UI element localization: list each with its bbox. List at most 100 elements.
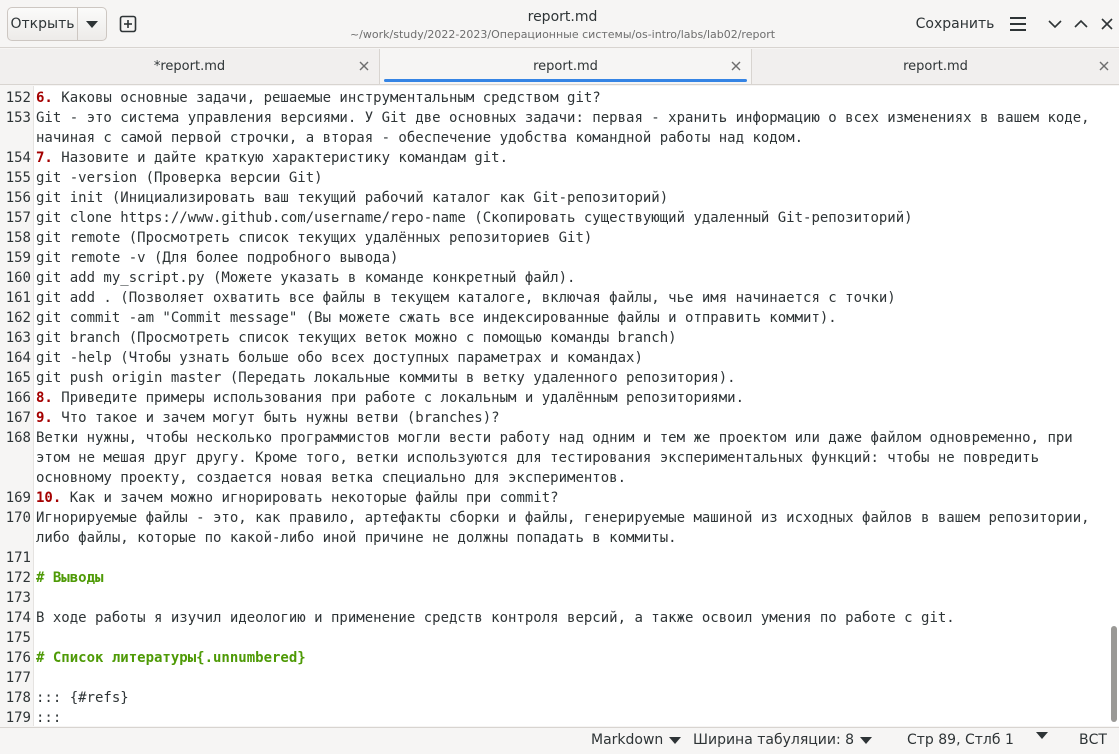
line-number: 162: [5, 310, 31, 326]
editor-line: 161 git add . (Позволяет охватить все фай…: [0, 288, 1110, 308]
editor-line: 175: [0, 628, 1110, 648]
line-text: git push origin master (Передать локальн…: [34, 368, 1110, 388]
line-number: 160: [5, 270, 31, 286]
cursor-position-selector[interactable]: Стр 89, Стлб 1: [907, 732, 1014, 748]
line-content: git add . (Позволяет охватить все файлы …: [36, 290, 896, 306]
tab-close-button[interactable]: [1097, 59, 1111, 73]
open-recent-dropdown[interactable]: [78, 8, 106, 40]
line-text: # Список литературы{.unnumbered}: [34, 648, 1110, 668]
line-text: 9. Что такое и зачем могут быть нужны ве…: [34, 408, 1110, 428]
line-number: 168: [5, 430, 31, 446]
line-content: git clone https://www.github.com/usernam…: [36, 210, 913, 226]
chevron-down-icon: [1036, 732, 1048, 739]
editor-line: 155 git -version (Проверка версии Git): [0, 168, 1110, 188]
line-text: Ветки нужны, чтобы несколько программист…: [34, 428, 1110, 488]
editor-line: 165 git push origin master (Передать лока…: [0, 368, 1110, 388]
line-content: ::: {#refs}: [36, 690, 129, 706]
line-text: git commit -am "Commit message" (Вы може…: [34, 308, 1110, 328]
insert-mode-indicator[interactable]: ВСТ: [1079, 732, 1107, 748]
line-content: :::: [36, 710, 62, 726]
line-text: 6. Каковы основные задачи, решаемые инст…: [34, 88, 1110, 108]
line-number: 159: [5, 250, 31, 266]
line-content: В ходе работы я изучил идеологию и приме…: [36, 610, 955, 626]
vertical-scrollbar[interactable]: [1111, 626, 1117, 722]
line-number: 157: [5, 210, 31, 226]
line-content: git add my_script.py (Можете указать в к…: [36, 270, 576, 286]
line-number: 170: [5, 510, 31, 526]
close-window-button[interactable]: [1094, 10, 1119, 38]
tab-report-active[interactable]: report.md: [380, 49, 752, 84]
line-content: Ветки нужны, чтобы несколько программист…: [36, 430, 1082, 486]
editor-line: 176 # Список литературы{.unnumbered}: [0, 648, 1110, 668]
line-text: [34, 588, 1110, 608]
editor-line: 158 git remote (Просмотреть список текущи…: [0, 228, 1110, 248]
line-text: git add . (Позволяет охватить все файлы …: [34, 288, 1110, 308]
editor-line: 156 git init (Инициализировать ваш текущи…: [0, 188, 1110, 208]
close-icon: [731, 61, 741, 71]
line-content: Игнорируемые файлы - это, как правило, а…: [36, 510, 1099, 546]
editor-line: 168 Ветки нужны, чтобы несколько программ…: [0, 428, 1110, 488]
line-number: 171: [5, 550, 31, 566]
line-text: Игнорируемые файлы - это, как правило, а…: [34, 508, 1110, 548]
tab-report-third[interactable]: report.md: [752, 49, 1119, 84]
list-number: 8.: [36, 390, 53, 406]
line-text: git -version (Проверка версии Git): [34, 168, 1110, 188]
list-number: 10.: [36, 490, 62, 506]
editor-line: 178::: {#refs}: [0, 688, 1110, 708]
list-number: 7.: [36, 150, 53, 166]
cursor-position-label: Стр 89, Стлб 1: [907, 732, 1014, 748]
line-content: git init (Инициализировать ваш текущий р…: [36, 190, 669, 206]
tab-label: report.md: [903, 59, 968, 74]
line-content: Назовите и дайте краткую характеристику …: [52, 150, 509, 166]
open-button[interactable]: Открыть: [8, 8, 78, 40]
line-content: Приведите примеры использования при рабо…: [52, 390, 745, 406]
editor-line: 169 10. Как и зачем можно игнорировать не…: [0, 488, 1110, 508]
editor-lines: 152 6. Каковы основные задачи, решаемые и…: [0, 88, 1110, 726]
language-label: Markdown: [591, 732, 664, 748]
line-number: 174: [5, 610, 31, 626]
tab-close-button[interactable]: [729, 59, 743, 73]
line-content: git remote -v (Для более подробного выво…: [36, 250, 399, 266]
line-number: 169: [5, 490, 31, 506]
line-content: Каковы основные задачи, решаемые инструм…: [52, 90, 601, 106]
line-text: 10. Как и зачем можно игнорировать некот…: [34, 488, 1110, 508]
editor-line: 153 Git - это система управления версиями…: [0, 108, 1110, 148]
minimize-button[interactable]: [1042, 10, 1068, 38]
line-text: git remote (Просмотреть список текущих у…: [34, 228, 1110, 248]
line-number: 167: [5, 410, 31, 426]
editor-line: 166 8. Приведите примеры использования пр…: [0, 388, 1110, 408]
line-text: 8. Приведите примеры использования при р…: [34, 388, 1110, 408]
line-number: 165: [5, 370, 31, 386]
cursor-position-dropdown[interactable]: [1036, 732, 1048, 739]
editor-line: 152 6. Каковы основные задачи, решаемые и…: [0, 88, 1110, 108]
new-tab-button[interactable]: [114, 10, 142, 38]
line-number: 166: [5, 390, 31, 406]
window-title: report.md ~/work/study/2022-2023/Операци…: [300, 8, 825, 43]
maximize-button[interactable]: [1068, 10, 1094, 38]
tab-bar: *report.md report.md report.md: [0, 49, 1119, 85]
list-number: 6.: [36, 90, 53, 106]
chevron-down-icon: [669, 736, 682, 744]
language-selector[interactable]: Markdown: [591, 732, 682, 748]
main-menu-button[interactable]: [1005, 10, 1031, 38]
text-editor[interactable]: 152 6. Каковы основные задачи, решаемые и…: [0, 86, 1119, 726]
editor-line: 157 git clone https://www.github.com/user…: [0, 208, 1110, 228]
line-text: Git - это система управления версиями. У…: [34, 108, 1110, 148]
save-button[interactable]: Сохранить: [910, 10, 1000, 38]
line-content: git push origin master (Передать локальн…: [36, 370, 736, 386]
chevron-down-icon: [1048, 20, 1062, 29]
line-text: # Выводы: [34, 568, 1110, 588]
markdown-heading: # Список литературы{.unnumbered}: [36, 650, 306, 666]
tab-width-selector[interactable]: Ширина табуляции: 8: [693, 732, 873, 748]
close-icon: [1101, 18, 1113, 30]
editor-line: 170 Игнорируемые файлы - это, как правило…: [0, 508, 1110, 548]
line-content: git -version (Проверка версии Git): [36, 170, 323, 186]
chevron-down-icon: [860, 736, 873, 744]
editor-line: 172 # Выводы: [0, 568, 1110, 588]
line-number: 153: [5, 110, 31, 126]
line-number: 152: [5, 90, 31, 106]
line-number: 178: [5, 690, 31, 706]
tab-close-button[interactable]: [357, 59, 371, 73]
document-path: ~/work/study/2022-2023/Операционные сист…: [349, 28, 776, 41]
tab-report-modified[interactable]: *report.md: [0, 49, 380, 84]
